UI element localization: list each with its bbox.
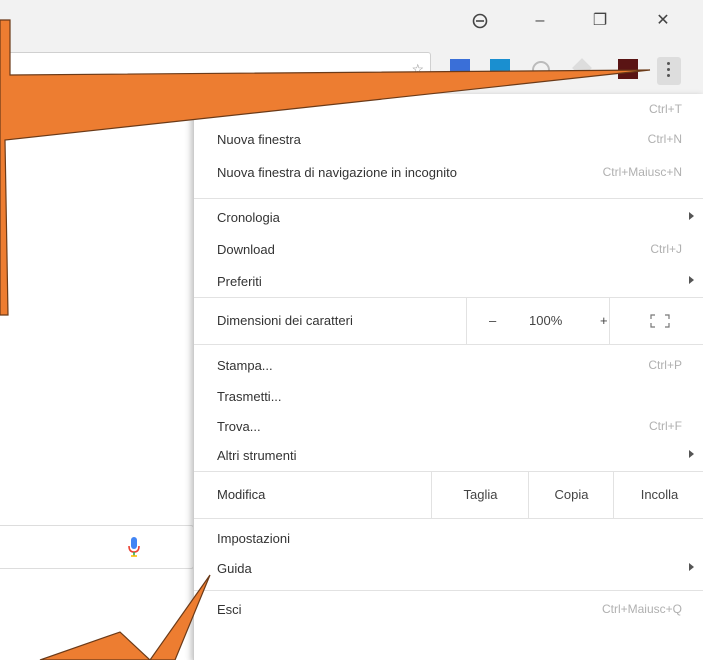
divider bbox=[194, 590, 703, 591]
menu-item-label: Altri strumenti bbox=[217, 448, 297, 463]
title-bar: – ❐ ✕ bbox=[0, 0, 703, 44]
menu-item-help[interactable]: Guida bbox=[194, 556, 703, 582]
menu-item-label: Cronologia bbox=[217, 210, 280, 225]
bookmark-star-icon[interactable]: ☆ bbox=[411, 61, 424, 78]
browser-toolbar: ☆ bbox=[0, 44, 703, 95]
cut-button[interactable]: Taglia bbox=[431, 472, 529, 518]
copy-button[interactable]: Copia bbox=[528, 472, 614, 518]
shortcut-label: Ctrl+N bbox=[647, 132, 682, 146]
menu-item-label: Trasmetti... bbox=[217, 389, 282, 404]
menu-item-label: Impostazioni bbox=[217, 531, 290, 546]
extension-icon[interactable] bbox=[490, 59, 510, 79]
menu-item-print[interactable]: Stampa... Ctrl+P bbox=[194, 353, 703, 379]
divider bbox=[194, 198, 703, 199]
divider bbox=[194, 518, 703, 519]
submenu-arrow-icon bbox=[689, 563, 694, 571]
menu-item-label: Stampa... bbox=[217, 358, 273, 373]
chrome-menu: Ctrl+T Nuova finestra Ctrl+N Nuova fines… bbox=[193, 94, 703, 660]
search-box[interactable] bbox=[0, 525, 194, 569]
zoom-in-button[interactable]: + bbox=[600, 298, 608, 344]
zoom-label: Dimensioni dei caratteri bbox=[217, 313, 353, 328]
menu-item-label: Nuova finestra bbox=[217, 132, 301, 147]
menu-item-find[interactable]: Trova... Ctrl+F bbox=[194, 414, 703, 440]
menu-item-bookmarks[interactable]: Preferiti bbox=[194, 269, 703, 295]
more-vert-icon bbox=[667, 62, 670, 80]
submenu-arrow-icon bbox=[689, 450, 694, 458]
divider bbox=[194, 344, 703, 345]
address-bar[interactable]: ☆ bbox=[0, 52, 431, 88]
submenu-arrow-icon bbox=[689, 212, 694, 220]
menu-item-more-tools[interactable]: Altri strumenti bbox=[194, 443, 703, 469]
shortcut-label: Ctrl+J bbox=[650, 242, 682, 256]
menu-item-incognito[interactable]: Nuova finestra di navigazione in incogni… bbox=[194, 160, 703, 186]
callout-arrow-settings-base bbox=[39, 631, 151, 660]
profile-icon[interactable] bbox=[465, 8, 495, 34]
extension-icon[interactable] bbox=[532, 61, 550, 79]
shortcut-label: Ctrl+F bbox=[649, 419, 682, 433]
shortcut-label: Ctrl+Maiusc+Q bbox=[601, 602, 682, 616]
menu-item-exit[interactable]: Esci Ctrl+Maiusc+Q bbox=[194, 597, 703, 623]
fullscreen-icon bbox=[650, 314, 670, 328]
menu-item-label: Download bbox=[217, 242, 275, 257]
extension-icon[interactable] bbox=[618, 59, 638, 79]
zoom-level: 100% bbox=[529, 313, 563, 328]
edit-row: Modifica Taglia Copia Incolla bbox=[194, 472, 703, 518]
menu-item-downloads[interactable]: Download Ctrl+J bbox=[194, 237, 703, 263]
microphone-icon[interactable] bbox=[127, 537, 141, 559]
edit-label: Modifica bbox=[217, 487, 266, 502]
menu-item-new-tab[interactable]: Ctrl+T bbox=[194, 97, 703, 123]
zoom-row: Dimensioni dei caratteri – 100% + bbox=[194, 298, 703, 344]
chrome-menu-button[interactable] bbox=[657, 57, 681, 85]
submenu-arrow-icon bbox=[689, 276, 694, 284]
shortcut-label: Ctrl+P bbox=[648, 358, 682, 372]
fullscreen-button[interactable] bbox=[609, 298, 703, 344]
menu-item-label: Guida bbox=[217, 561, 252, 576]
maximize-button[interactable]: ❐ bbox=[585, 8, 615, 34]
menu-item-history[interactable]: Cronologia bbox=[194, 205, 703, 231]
extension-icon[interactable] bbox=[572, 58, 592, 78]
shortcut-label: Ctrl+Maiusc+N bbox=[602, 165, 682, 179]
shortcut-label: Ctrl+T bbox=[649, 102, 682, 116]
menu-item-label: Esci bbox=[217, 602, 242, 617]
paste-button[interactable]: Incolla bbox=[613, 472, 703, 518]
close-button[interactable]: ✕ bbox=[648, 8, 678, 34]
menu-item-cast[interactable]: Trasmetti... bbox=[194, 384, 703, 410]
menu-item-label: Nuova finestra di navigazione in incogni… bbox=[217, 165, 457, 180]
zoom-out-button[interactable]: – bbox=[489, 298, 496, 344]
menu-item-settings[interactable]: Impostazioni bbox=[194, 526, 703, 552]
minimize-button[interactable]: – bbox=[525, 8, 555, 34]
menu-item-label: Preferiti bbox=[217, 274, 262, 289]
extension-icon[interactable] bbox=[450, 59, 470, 79]
menu-item-label: Trova... bbox=[217, 419, 261, 434]
menu-item-new-window[interactable]: Nuova finestra Ctrl+N bbox=[194, 127, 703, 153]
